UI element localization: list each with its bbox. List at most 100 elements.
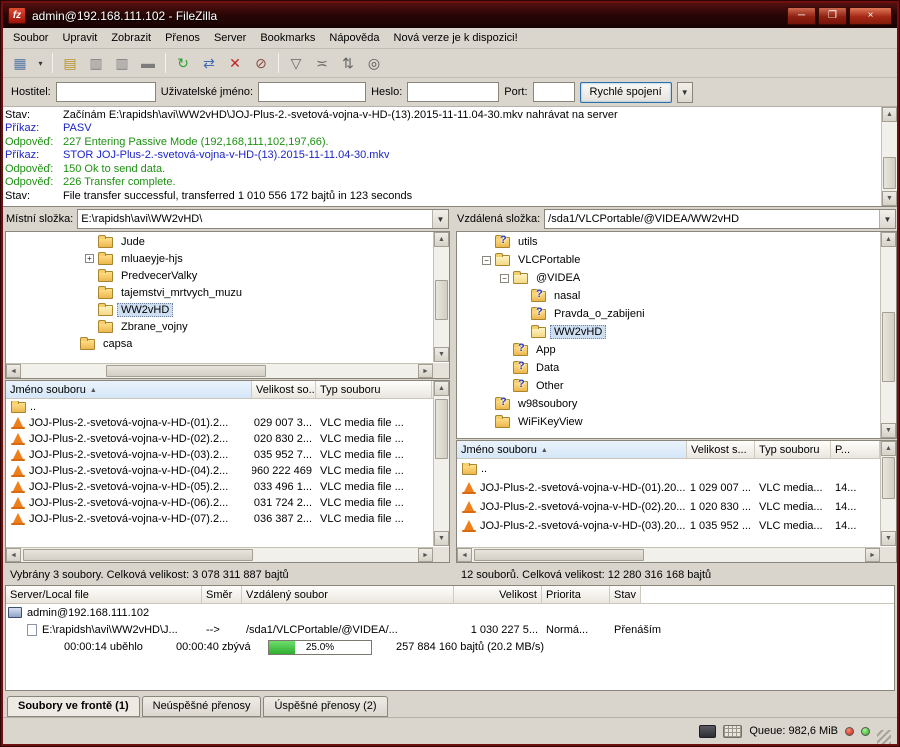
maximize-button[interactable]: ❐ xyxy=(818,7,847,25)
remote-tree-item[interactable]: App xyxy=(458,341,880,359)
queue-column-header[interactable]: Stav xyxy=(610,586,641,604)
menu-upravit[interactable]: Upravit xyxy=(55,29,104,47)
message-log-scrollbar[interactable]: ▲ ▼ xyxy=(881,107,897,206)
remote-tree-item[interactable]: nasal xyxy=(458,287,880,305)
local-column-header[interactable]: Velikost so... xyxy=(252,381,316,399)
local-tree-item[interactable]: WW2vHD xyxy=(7,301,433,318)
scroll-up-icon[interactable]: ▲ xyxy=(882,107,897,122)
remote-tree-item[interactable]: WiFiKeyView xyxy=(458,413,880,431)
menu-server[interactable]: Server xyxy=(207,29,253,47)
remote-tree-item[interactable]: utils xyxy=(458,233,880,251)
local-tree-item[interactable]: PredvecerValky xyxy=(7,267,433,284)
synchronized-browsing-button[interactable]: ⇅ xyxy=(336,52,360,75)
password-input[interactable] xyxy=(407,82,499,102)
remote-tree-item[interactable]: WW2vHD xyxy=(458,323,880,341)
local-path-combobox[interactable]: E:\rapidsh\avi\WW2vHD\ ▼ xyxy=(77,209,449,229)
collapse-minus-icon[interactable]: − xyxy=(482,256,491,265)
scroll-left-icon[interactable]: ◄ xyxy=(6,364,21,378)
menu-prenos[interactable]: Přenos xyxy=(158,29,207,47)
scrollbar-thumb[interactable] xyxy=(23,549,253,561)
close-button[interactable]: × xyxy=(849,7,892,25)
tab-queued[interactable]: Soubory ve frontě (1) xyxy=(7,696,140,717)
port-input[interactable] xyxy=(533,82,575,102)
local-file-row[interactable]: JOJ-Plus-2.-svetová-vojna-v-HD-(03).2...… xyxy=(6,447,433,463)
local-file-row[interactable]: JOJ-Plus-2.-svetová-vojna-v-HD-(04).2...… xyxy=(6,463,433,479)
local-file-row[interactable]: JOJ-Plus-2.-svetová-vojna-v-HD-(05).2...… xyxy=(6,479,433,495)
username-input[interactable] xyxy=(258,82,366,102)
local-list-horizontal-scrollbar[interactable]: ◄ ► xyxy=(6,547,433,562)
chevron-down-icon[interactable]: ▼ xyxy=(432,210,448,228)
filter-button[interactable]: ▽ xyxy=(284,52,308,75)
toggle-queue-button[interactable]: ▬ xyxy=(136,52,160,75)
queue-server-row[interactable]: admin@192.168.111.102 xyxy=(6,604,894,621)
remote-tree-item[interactable]: Other xyxy=(458,377,880,395)
menu-napoveda[interactable]: Nápověda xyxy=(322,29,386,47)
local-file-row[interactable]: .. xyxy=(6,399,433,415)
local-tree-item[interactable]: capsa xyxy=(7,335,433,352)
local-column-header[interactable]: Jméno souboru▲ xyxy=(6,381,252,399)
remote-tree-item[interactable]: w98soubory xyxy=(458,395,880,413)
remote-column-header[interactable]: P... xyxy=(831,441,880,459)
refresh-button[interactable]: ↻ xyxy=(171,52,195,75)
directory-comparison-button[interactable]: ≍ xyxy=(310,52,334,75)
filezilla-logo-icon[interactable]: fz xyxy=(8,7,26,24)
scroll-down-icon[interactable]: ▼ xyxy=(881,531,896,546)
local-tree-horizontal-scrollbar[interactable]: ◄ ► xyxy=(6,363,433,378)
host-input[interactable] xyxy=(56,82,156,102)
quickconnect-dropdown-button[interactable]: ▼ xyxy=(677,82,693,103)
menu-soubor[interactable]: Soubor xyxy=(6,29,55,47)
scroll-up-icon[interactable]: ▲ xyxy=(881,441,896,456)
remote-file-row[interactable]: JOJ-Plus-2.-svetová-vojna-v-HD-(02).20..… xyxy=(457,497,880,516)
remote-file-row[interactable]: JOJ-Plus-2.-svetová-vojna-v-HD-(01).20..… xyxy=(457,478,880,497)
local-tree-item[interactable]: Jude xyxy=(7,233,433,250)
scroll-left-icon[interactable]: ◄ xyxy=(457,548,472,562)
queue-column-header[interactable]: Priorita xyxy=(542,586,610,604)
minimize-button[interactable]: ─ xyxy=(787,7,816,25)
chevron-down-icon[interactable]: ▼ xyxy=(879,210,895,228)
remote-tree-item[interactable]: Pravda_o_zabijeni xyxy=(458,305,880,323)
resize-grip-icon[interactable] xyxy=(877,730,891,744)
scroll-left-icon[interactable]: ◄ xyxy=(6,548,21,562)
remote-list-vertical-scrollbar[interactable]: ▲ ▼ xyxy=(880,441,896,546)
remote-tree-item[interactable]: Data xyxy=(458,359,880,377)
queue-column-header[interactable]: Server/Local file xyxy=(6,586,202,604)
local-tree-item[interactable]: Zbrane_vojny xyxy=(7,318,433,335)
scroll-right-icon[interactable]: ► xyxy=(865,548,880,562)
transfer-type-indicator-icon[interactable] xyxy=(723,725,742,738)
remote-file-row[interactable]: .. xyxy=(457,459,880,478)
disconnect-button[interactable]: ⊘ xyxy=(249,52,273,75)
quickconnect-button[interactable]: Rychlé spojení xyxy=(580,82,672,103)
find-files-button[interactable]: ◎ xyxy=(362,52,386,75)
scrollbar-thumb[interactable] xyxy=(435,399,448,459)
queue-transfer-row[interactable]: E:\rapidsh\avi\WW2vHD\J... --> /sda1/VLC… xyxy=(6,621,894,638)
site-manager-dropdown-button[interactable]: ▾ xyxy=(34,52,47,75)
remote-list-horizontal-scrollbar[interactable]: ◄ ► xyxy=(457,547,880,562)
menu-zobrazit[interactable]: Zobrazit xyxy=(104,29,158,47)
local-file-row[interactable]: JOJ-Plus-2.-svetová-vojna-v-HD-(07).2...… xyxy=(6,511,433,527)
scroll-up-icon[interactable]: ▲ xyxy=(434,381,449,396)
scrollbar-thumb[interactable] xyxy=(882,312,895,382)
remote-tree-vertical-scrollbar[interactable]: ▲ ▼ xyxy=(880,232,896,438)
remote-tree-item[interactable]: −@VIDEA xyxy=(458,269,880,287)
local-tree-item[interactable]: +mluaeyje-hjs xyxy=(7,250,433,267)
scroll-down-icon[interactable]: ▼ xyxy=(434,531,449,546)
toggle-local-tree-button[interactable]: ▥ xyxy=(84,52,108,75)
tab-failed[interactable]: Neúspěšné přenosy xyxy=(142,696,262,717)
cancel-button[interactable]: ✕ xyxy=(223,52,247,75)
queue-column-header[interactable]: Směr xyxy=(202,586,242,604)
collapse-minus-icon[interactable]: − xyxy=(500,274,509,283)
local-file-row[interactable]: JOJ-Plus-2.-svetová-vojna-v-HD-(02).2...… xyxy=(6,431,433,447)
local-tree-vertical-scrollbar[interactable]: ▲ ▼ xyxy=(433,232,449,362)
scroll-down-icon[interactable]: ▼ xyxy=(881,423,896,438)
remote-path-combobox[interactable]: /sda1/VLCPortable/@VIDEA/WW2vHD ▼ xyxy=(544,209,896,229)
queue-column-header[interactable]: Velikost xyxy=(454,586,542,604)
remote-column-header[interactable]: Jméno souboru▲ xyxy=(457,441,687,459)
menu-nova-verze[interactable]: Nová verze je k dispozici! xyxy=(387,29,525,47)
queue-column-header[interactable]: Vzdálený soubor xyxy=(242,586,454,604)
scroll-down-icon[interactable]: ▼ xyxy=(434,347,449,362)
site-manager-button[interactable]: ▦ xyxy=(8,52,32,75)
local-tree-item[interactable]: tajemstvi_mrtvych_muzu xyxy=(7,284,433,301)
scroll-right-icon[interactable]: ► xyxy=(418,548,433,562)
remote-file-row[interactable]: JOJ-Plus-2.-svetová-vojna-v-HD-(03).20..… xyxy=(457,516,880,535)
local-file-row[interactable]: JOJ-Plus-2.-svetová-vojna-v-HD-(06).2...… xyxy=(6,495,433,511)
